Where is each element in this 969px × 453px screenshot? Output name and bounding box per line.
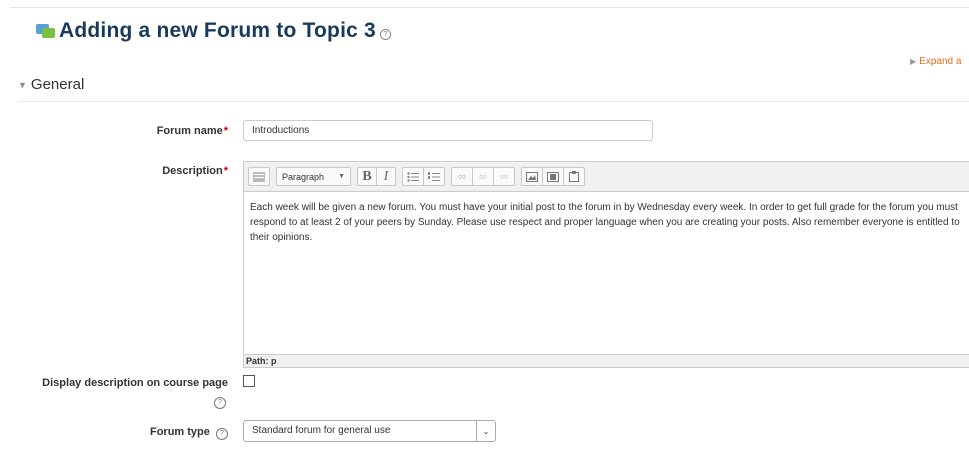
required-mark: * (223, 165, 228, 177)
expand-all-link[interactable]: ▶ Expand a (910, 56, 961, 67)
section-general-header[interactable]: ▼ General (18, 76, 84, 93)
forum-name-input[interactable]: Introductions (243, 120, 653, 141)
chevron-down-icon: ▼ (338, 173, 345, 180)
section-title[interactable]: General (31, 76, 84, 93)
anchor-icon[interactable]: ∞ (493, 167, 515, 186)
display-description-label: Display description on course page ? (20, 377, 228, 409)
bullet-list-icon[interactable] (402, 167, 424, 186)
editor-toolbar: Paragraph ▼ B I ∞ ∞ ∞ (244, 162, 969, 192)
required-mark: * (223, 125, 228, 137)
triangle-right-icon: ▶ (910, 57, 917, 66)
forum-type-select[interactable]: Standard forum for general use ⌄ (243, 420, 496, 442)
triangle-down-icon[interactable]: ▼ (18, 80, 27, 90)
chevron-down-icon[interactable]: ⌄ (476, 421, 495, 441)
bold-button[interactable]: B (357, 167, 377, 186)
forum-icon (36, 22, 56, 40)
section-divider (18, 101, 969, 102)
unlink-icon[interactable]: ∞ (472, 167, 494, 186)
help-icon[interactable]: ? (216, 428, 228, 440)
description-editor[interactable]: Paragraph ▼ B I ∞ ∞ ∞ Each week will be … (243, 161, 969, 368)
numbered-list-icon[interactable] (423, 167, 445, 186)
image-icon[interactable] (521, 167, 543, 186)
page-heading: Adding a new Forum to Topic 3 ? (36, 19, 391, 43)
forum-type-label: Forum type ? (100, 426, 228, 440)
editor-path: Path: p (244, 354, 969, 367)
editor-content[interactable]: Each week will be given a new forum. You… (244, 192, 969, 337)
help-icon[interactable]: ? (214, 397, 226, 409)
help-icon[interactable]: ? (379, 28, 391, 40)
display-description-checkbox[interactable] (243, 375, 255, 387)
top-divider (10, 7, 969, 8)
description-label: Description* (162, 165, 228, 177)
link-icon[interactable]: ∞ (451, 167, 473, 186)
page-title: Adding a new Forum to Topic 3 (59, 19, 376, 42)
italic-button[interactable]: I (376, 167, 396, 186)
paste-icon[interactable] (563, 167, 585, 186)
toolbar-toggle-icon[interactable] (248, 167, 270, 186)
media-icon[interactable] (542, 167, 564, 186)
format-select[interactable]: Paragraph ▼ (276, 167, 351, 186)
forum-name-label: Forum name* (156, 125, 228, 137)
